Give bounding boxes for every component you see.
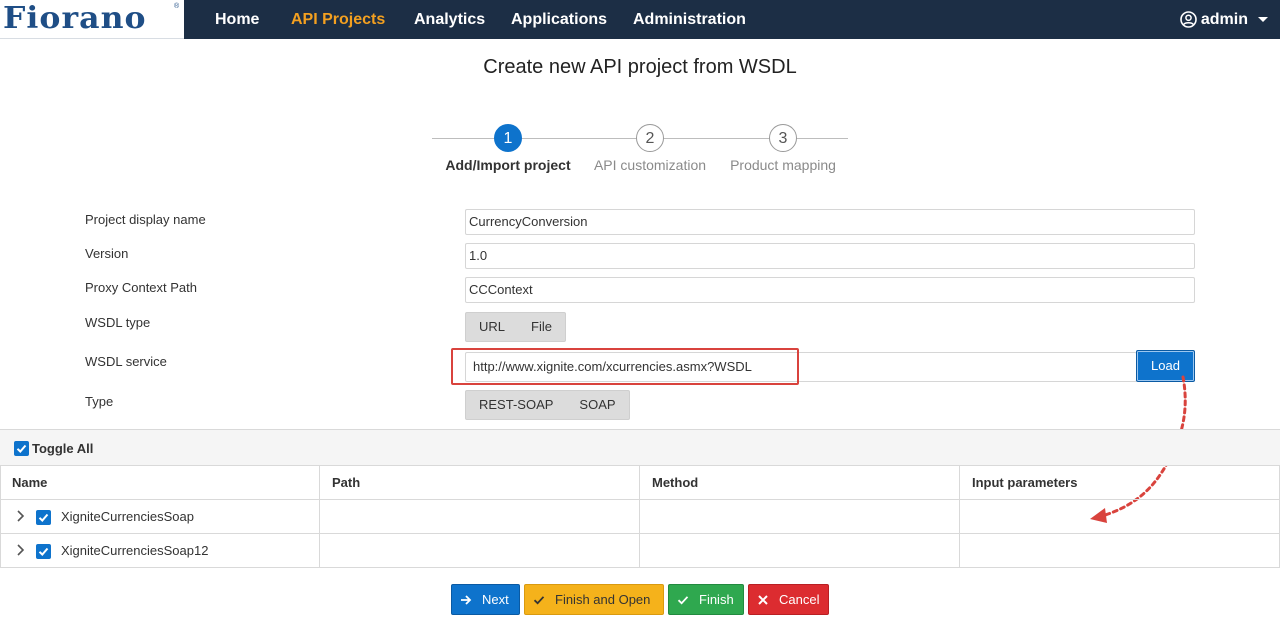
- user-menu[interactable]: admin: [1180, 0, 1268, 39]
- wsdl-type-toggle: URL File: [465, 312, 566, 342]
- fiorano-logo: Fiorano: [3, 1, 147, 36]
- row-name: XigniteCurrenciesSoap: [61, 509, 194, 524]
- version-label: Version: [85, 246, 129, 261]
- table-header: Name Path Method Input parameters: [0, 466, 1280, 500]
- table-row[interactable]: XigniteCurrenciesSoap12: [0, 534, 1280, 568]
- row-checkbox[interactable]: [36, 544, 51, 559]
- row-path-cell: [320, 500, 640, 533]
- project-display-name-label: Project display name: [85, 212, 206, 227]
- nav-analytics[interactable]: Analytics: [414, 0, 485, 39]
- next-button[interactable]: Next: [451, 584, 520, 615]
- wsdl-type-label: WSDL type: [85, 315, 151, 330]
- user-circle-icon: [1180, 11, 1197, 28]
- table-row[interactable]: XigniteCurrenciesSoap: [0, 500, 1280, 534]
- step-1-circle[interactable]: 1: [494, 124, 522, 152]
- wsdl-type-url-button[interactable]: URL: [466, 313, 518, 341]
- row-method-cell: [640, 534, 960, 567]
- nav-applications[interactable]: Applications: [511, 0, 607, 39]
- row-path-cell: [320, 534, 640, 567]
- chevron-down-icon: [1258, 17, 1268, 22]
- wsdl-type-file-button[interactable]: File: [518, 313, 565, 341]
- check-icon: [533, 596, 545, 605]
- check-icon: [16, 444, 27, 453]
- type-label: Type: [85, 394, 114, 409]
- finish-and-open-button-label: Finish and Open: [555, 592, 651, 607]
- check-icon: [38, 513, 49, 522]
- step-1-label: Add/Import project: [445, 157, 571, 173]
- chevron-right-icon[interactable]: [16, 510, 26, 522]
- registered-mark-icon: ®: [174, 3, 180, 10]
- top-navbar: Fiorano ® Home API Projects Analytics Ap…: [0, 0, 1280, 39]
- nav-administration[interactable]: Administration: [633, 0, 746, 39]
- arrow-right-icon: [461, 595, 472, 605]
- user-name: admin: [1200, 10, 1248, 28]
- chevron-right-icon[interactable]: [16, 544, 26, 556]
- finish-and-open-button[interactable]: Finish and Open: [524, 584, 664, 615]
- nav-api-projects[interactable]: API Projects: [291, 0, 385, 39]
- check-icon: [677, 596, 689, 605]
- column-header-input-parameters[interactable]: Input parameters: [960, 466, 1280, 500]
- cancel-button-label: Cancel: [779, 592, 820, 607]
- check-icon: [38, 547, 49, 556]
- wsdl-service-input[interactable]: http://www.xignite.com/xcurrencies.asmx?…: [465, 352, 1137, 382]
- toggle-all-checkbox[interactable]: [14, 441, 29, 456]
- finish-button[interactable]: Finish: [668, 584, 744, 615]
- step-2-circle[interactable]: 2: [636, 124, 664, 152]
- type-soap-button[interactable]: SOAP: [566, 391, 628, 419]
- page-title: Create new API project from WSDL: [483, 56, 797, 78]
- type-toggle: REST-SOAP SOAP: [465, 390, 630, 420]
- wsdl-service-label: WSDL service: [85, 354, 167, 369]
- proxy-context-path-label: Proxy Context Path: [85, 280, 197, 295]
- next-button-label: Next: [482, 592, 509, 607]
- row-method-cell: [640, 500, 960, 533]
- column-header-name[interactable]: Name: [0, 466, 320, 500]
- row-name-cell: XigniteCurrenciesSoap12: [0, 534, 320, 567]
- proxy-context-path-input[interactable]: CCContext: [465, 277, 1195, 303]
- row-name-cell: XigniteCurrenciesSoap: [0, 500, 320, 533]
- version-input[interactable]: 1.0: [465, 243, 1195, 269]
- cancel-button[interactable]: Cancel: [748, 584, 829, 615]
- nav-home[interactable]: Home: [215, 0, 259, 39]
- row-name: XigniteCurrenciesSoap12: [61, 543, 209, 558]
- logo-container[interactable]: Fiorano ®: [0, 0, 184, 39]
- column-header-path[interactable]: Path: [320, 466, 640, 500]
- row-checkbox[interactable]: [36, 510, 51, 525]
- project-display-name-input[interactable]: CurrencyConversion: [465, 209, 1195, 235]
- close-icon: [758, 595, 768, 605]
- toggle-all-bar: Toggle All: [0, 429, 1280, 466]
- column-header-method[interactable]: Method: [640, 466, 960, 500]
- step-3-circle[interactable]: 3: [769, 124, 797, 152]
- toggle-all-label: Toggle All: [32, 441, 94, 456]
- finish-button-label: Finish: [699, 592, 734, 607]
- step-2-label: API customization: [593, 157, 707, 173]
- step-3-label: Product mapping: [730, 157, 836, 173]
- row-input-parameters-cell: [960, 534, 1280, 567]
- type-rest-soap-button[interactable]: REST-SOAP: [466, 391, 566, 419]
- row-input-parameters-cell: [960, 500, 1280, 533]
